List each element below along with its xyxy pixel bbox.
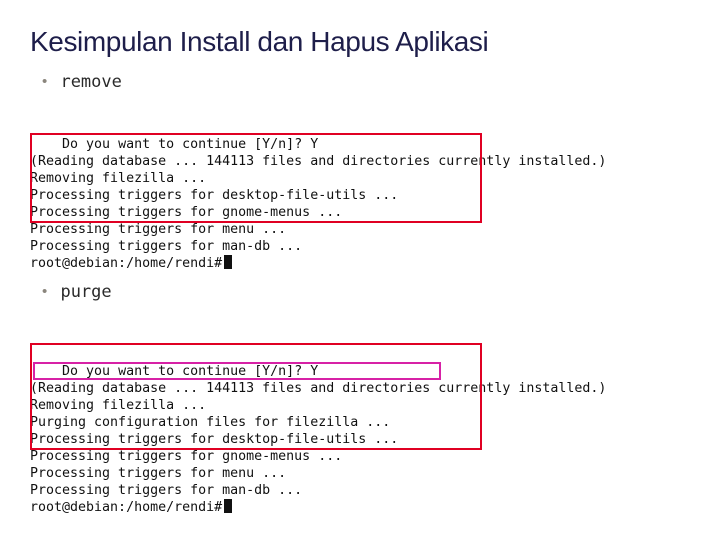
bullet-remove-label: remove (60, 72, 121, 92)
bullet-purge-label: purge (60, 282, 111, 302)
slide: Kesimpulan Install dan Hapus Aplikasi • … (0, 0, 720, 540)
terminal-remove: Do you want to continue [Y/n]? Y (Readin… (30, 100, 690, 242)
term-line: Processing triggers for man-db ... (30, 239, 302, 254)
bullet-purge: • purge (42, 282, 690, 302)
highlight-box-remove (30, 133, 482, 223)
term-prompt: root@debian:/home/rendi# (30, 500, 222, 515)
cursor-icon (224, 499, 232, 513)
highlight-box-purge-line (33, 362, 441, 380)
term-line: Processing triggers for menu ... (30, 222, 286, 237)
page-title: Kesimpulan Install dan Hapus Aplikasi (30, 26, 690, 58)
term-prompt: root@debian:/home/rendi# (30, 256, 222, 271)
highlight-box-purge-outer (30, 343, 482, 450)
term-line: Processing triggers for man-db ... (30, 483, 302, 498)
term-line: Processing triggers for gnome-menus ... (30, 449, 342, 464)
cursor-icon (224, 255, 232, 269)
terminal-purge: Do you want to continue [Y/n]? Y (Readin… (30, 310, 690, 470)
term-line: Processing triggers for menu ... (30, 466, 286, 481)
bullet-dot-icon: • (42, 73, 50, 90)
bullet-remove: • remove (42, 72, 690, 92)
